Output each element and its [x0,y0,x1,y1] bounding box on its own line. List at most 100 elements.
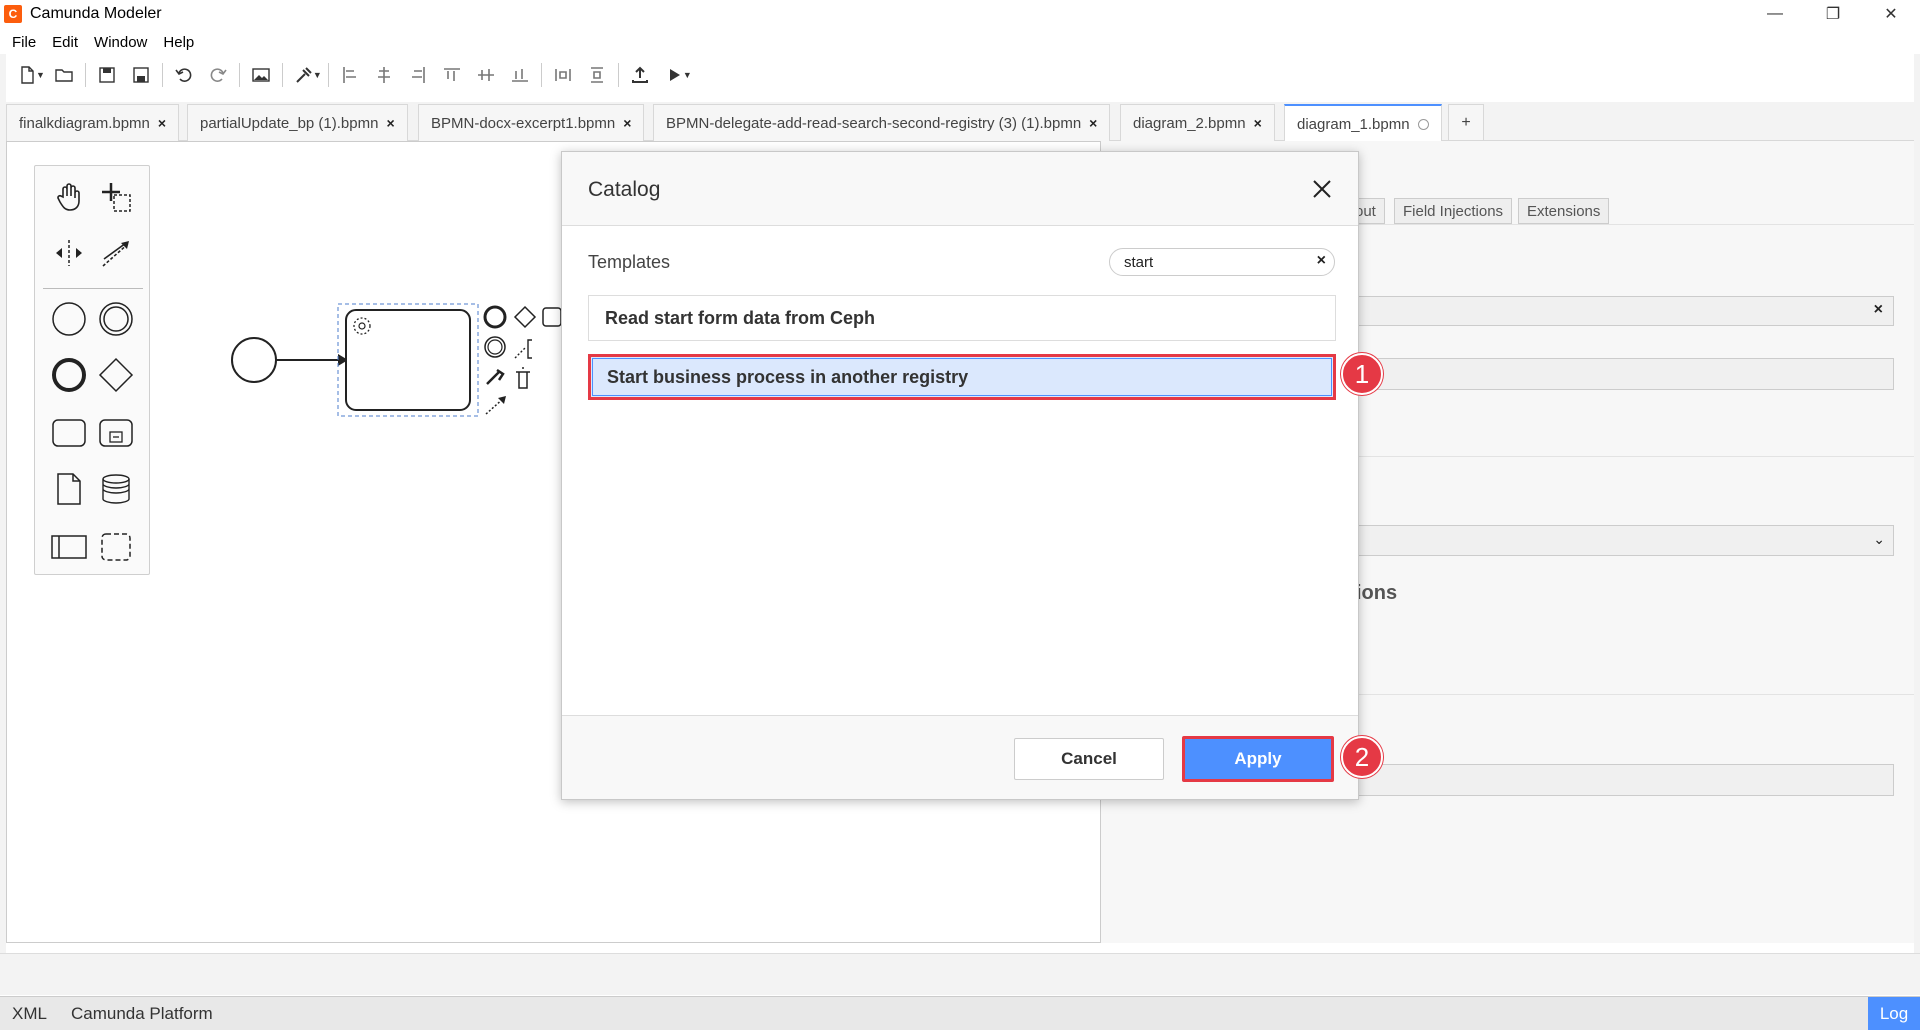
append-gateway-icon[interactable] [513,305,537,329]
change-type-wrench-icon[interactable] [486,368,505,385]
template-label: Read start form data from Ceph [605,307,876,328]
align-left-icon[interactable] [333,60,367,90]
align-right-icon[interactable] [401,60,435,90]
window-controls: — ❐ ✕ [1746,0,1920,28]
prop-textarea[interactable] [1340,358,1894,390]
callout-badge-2: 2 [1341,736,1383,778]
close-tab-icon[interactable]: × [1254,115,1262,131]
append-end-event-icon[interactable] [483,305,507,329]
minimize-button[interactable]: — [1746,0,1804,28]
global-connect-tool-icon[interactable] [93,230,139,276]
template-search-input[interactable]: start × [1109,248,1335,276]
status-bar: XML Camunda Platform Log [0,996,1920,1030]
restore-button[interactable]: ❐ [1804,0,1862,28]
data-store-icon[interactable] [93,466,139,512]
menu-file[interactable]: File [4,34,44,51]
hand-tool-icon[interactable] [46,174,92,220]
align-top-icon[interactable] [435,60,469,90]
data-object-icon[interactable] [46,466,92,512]
modal-title: Catalog [588,178,661,201]
align-center-icon[interactable] [367,60,401,90]
prop-section-heading: ions [1356,582,1398,604]
tab-diagram-1[interactable]: diagram_1.bpmn [1284,104,1442,142]
text-annotation-link-icon[interactable] [514,347,526,359]
save-icon[interactable] [90,60,124,90]
toolbar-divider [617,63,619,87]
chevron-down-icon[interactable]: ▼ [313,70,322,80]
pool-icon[interactable] [46,524,92,570]
start-event-icon[interactable] [46,296,92,342]
right-frame [1914,54,1920,974]
tab-label: partialUpdate_bp (1).bpmn [200,114,379,132]
palette-divider [43,288,143,289]
text-annotation-icon[interactable] [527,339,532,359]
prop-tab-label: Extensions [1527,202,1601,220]
tab-diagram-2[interactable]: diagram_2.bpmn × [1120,104,1275,141]
catalog-modal: Catalog Templates start × Read start for… [561,151,1359,800]
menu-edit[interactable]: Edit [44,34,86,51]
open-folder-icon[interactable] [47,60,81,90]
close-window-button[interactable]: ✕ [1862,0,1920,28]
new-tab-button[interactable]: + [1448,104,1484,141]
tab-label: diagram_2.bpmn [1133,114,1246,132]
prop-tab-label: Field Injections [1403,202,1504,220]
close-icon[interactable] [1309,176,1335,202]
toolbar-divider [84,63,86,87]
end-event-icon[interactable] [46,352,92,398]
clear-input-icon[interactable]: × [1874,301,1883,319]
space-tool-icon[interactable] [46,230,92,276]
template-item-read-start-form[interactable]: Read start form data from Ceph [588,295,1336,341]
align-bottom-icon[interactable] [503,60,537,90]
toolbar-divider [161,63,163,87]
group-icon[interactable] [93,524,139,570]
close-tab-icon[interactable]: × [1089,115,1097,131]
camunda-logo-icon: C [4,5,22,23]
tab-bpmn-delegate[interactable]: BPMN-delegate-add-read-search-second-reg… [653,104,1111,141]
xml-toggle[interactable]: XML [0,1004,59,1024]
menu-window[interactable]: Window [86,34,155,51]
distribute-horizontal-icon[interactable] [546,60,580,90]
tab-field-injections[interactable]: Field Injections [1394,198,1513,224]
append-task-icon[interactable] [542,307,562,327]
tab-finalkdiagram[interactable]: finalkdiagram.bpmn × [6,104,180,141]
lasso-tool-icon[interactable] [93,174,139,220]
delete-trash-icon[interactable] [516,367,530,389]
subprocess-icon[interactable] [93,410,139,456]
save-as-icon[interactable] [124,60,158,90]
tool-palette [34,165,150,575]
export-image-icon[interactable] [244,60,278,90]
chevron-down-icon[interactable]: ▼ [683,70,692,80]
deploy-icon[interactable] [623,60,657,90]
clear-search-icon[interactable]: × [1317,252,1326,270]
redo-icon[interactable] [201,60,235,90]
engine-profile[interactable]: Camunda Platform [59,1004,225,1024]
tab-bar: finalkdiagram.bpmn × partialUpdate_bp (1)… [0,102,1920,142]
template-label: Start business process in another regist… [607,366,969,387]
prop-select[interactable]: ⌄ [1340,525,1894,556]
cancel-button[interactable]: Cancel [1014,738,1164,780]
intermediate-inner-ring-icon [487,339,503,355]
start-event-shape[interactable] [231,337,277,383]
toolbar-divider [238,63,240,87]
log-button[interactable]: Log [1868,997,1920,1030]
close-tab-icon[interactable]: × [623,115,631,131]
align-middle-icon[interactable] [469,60,503,90]
intermediate-event-icon[interactable] [93,296,139,342]
chevron-down-icon[interactable]: ▼ [36,70,45,80]
menu-help[interactable]: Help [155,34,202,51]
prop-textarea[interactable] [1340,764,1894,796]
distribute-vertical-icon[interactable] [580,60,614,90]
tab-partialupdate[interactable]: partialUpdate_bp (1).bpmn × [187,104,408,141]
close-tab-icon[interactable]: × [386,115,394,131]
prop-text-input[interactable]: × [1340,296,1894,326]
close-tab-icon[interactable]: × [158,115,166,131]
gateway-icon[interactable] [93,352,139,398]
apply-button[interactable]: Apply [1182,736,1334,782]
search-value: start [1124,254,1154,271]
tab-bpmn-docx-excerpt1[interactable]: BPMN-docx-excerpt1.bpmn × [418,104,645,141]
template-item-start-business-process[interactable]: Start business process in another regist… [588,354,1336,400]
left-frame [0,54,6,974]
task-icon[interactable] [46,410,92,456]
undo-icon[interactable] [167,60,201,90]
tab-extensions[interactable]: Extensions [1518,198,1610,224]
